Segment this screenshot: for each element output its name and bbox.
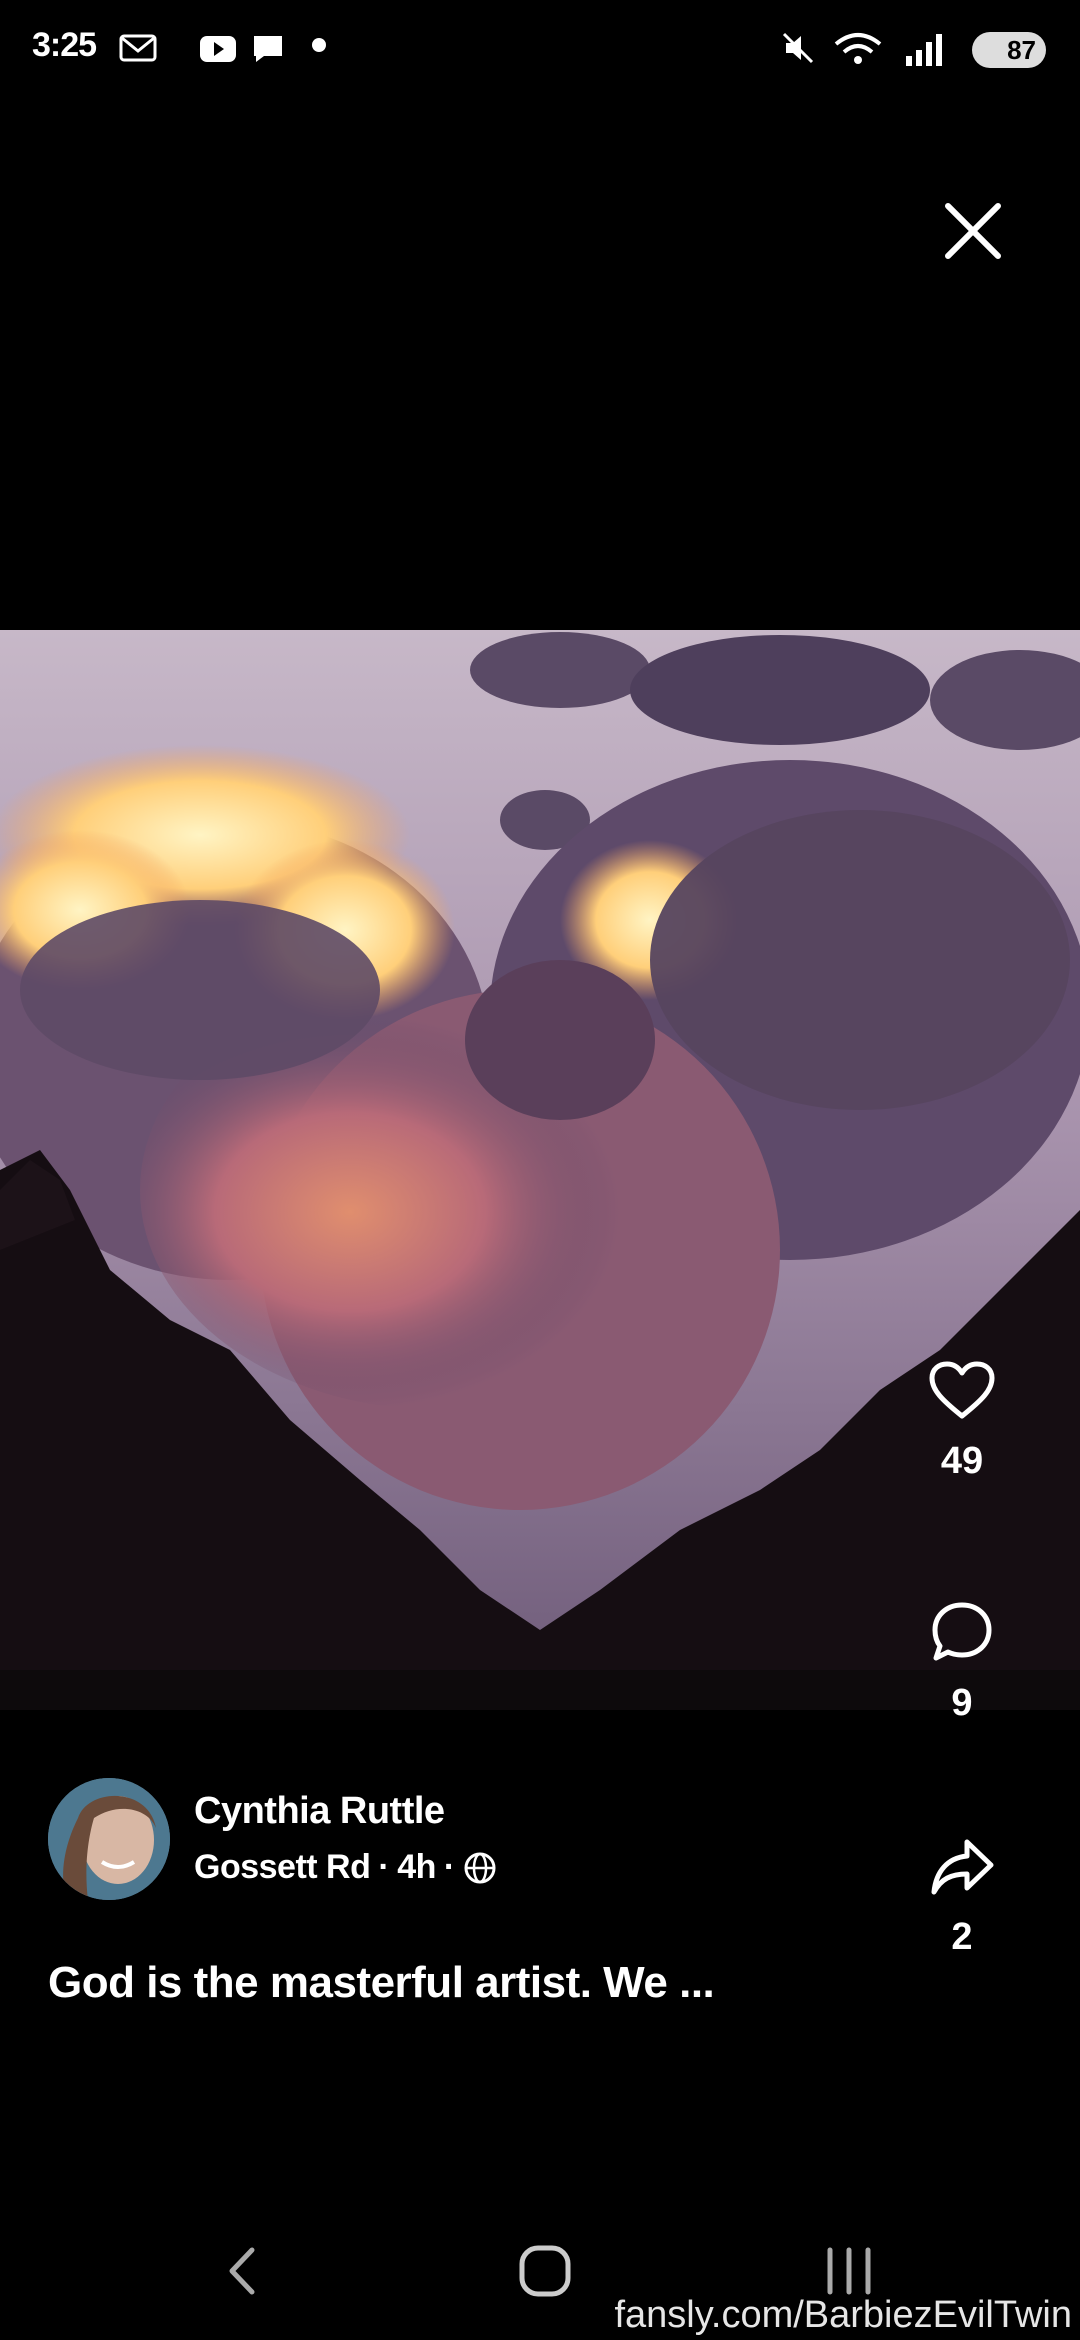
share-button[interactable]: 2 (912, 1836, 1012, 1959)
comment-count: 9 (951, 1682, 973, 1724)
meta-separator: · (443, 1848, 455, 1886)
watermark: fansly.com/BarbiezEvilTwin (614, 2294, 1072, 2336)
author-avatar[interactable] (48, 1778, 170, 1900)
share-icon (931, 1839, 994, 1895)
close-button[interactable] (938, 196, 1008, 266)
signal-icon (906, 34, 942, 66)
comment-button[interactable]: 9 (912, 1600, 1012, 1725)
meta-separator: · (378, 1848, 390, 1886)
battery-indicator: 87 (972, 32, 1046, 68)
post-location[interactable]: Gossett Rd (194, 1848, 371, 1887)
author-name[interactable]: Cynthia Ruttle (194, 1790, 445, 1833)
like-count: 49 (940, 1440, 984, 1482)
back-button[interactable] (210, 2236, 280, 2306)
comment-icon (932, 1602, 992, 1661)
share-count: 2 (951, 1916, 973, 1958)
chat-icon (254, 36, 282, 62)
globe-icon (464, 1852, 496, 1883)
post-viewer: 3:25 87 49 9 2 Cynthia Ruttle Gossett Rd… (0, 0, 1080, 2340)
post-meta: Gossett Rd · 4h · (194, 1848, 497, 1887)
post-caption[interactable]: God is the masterful artist. We ... (48, 1958, 715, 2008)
post-time: 4h (397, 1848, 436, 1886)
status-time: 3:25 (32, 26, 97, 64)
status-bar: 3:25 87 (0, 0, 1080, 100)
youtube-icon (200, 36, 236, 62)
wifi-icon (834, 33, 882, 64)
like-button[interactable]: 49 (912, 1360, 1012, 1483)
mute-icon (782, 32, 814, 64)
gmail-icon (119, 34, 157, 62)
home-button[interactable] (510, 2236, 580, 2306)
notification-dot (312, 38, 326, 52)
heart-icon (929, 1361, 995, 1419)
post-image[interactable] (0, 630, 1080, 1710)
